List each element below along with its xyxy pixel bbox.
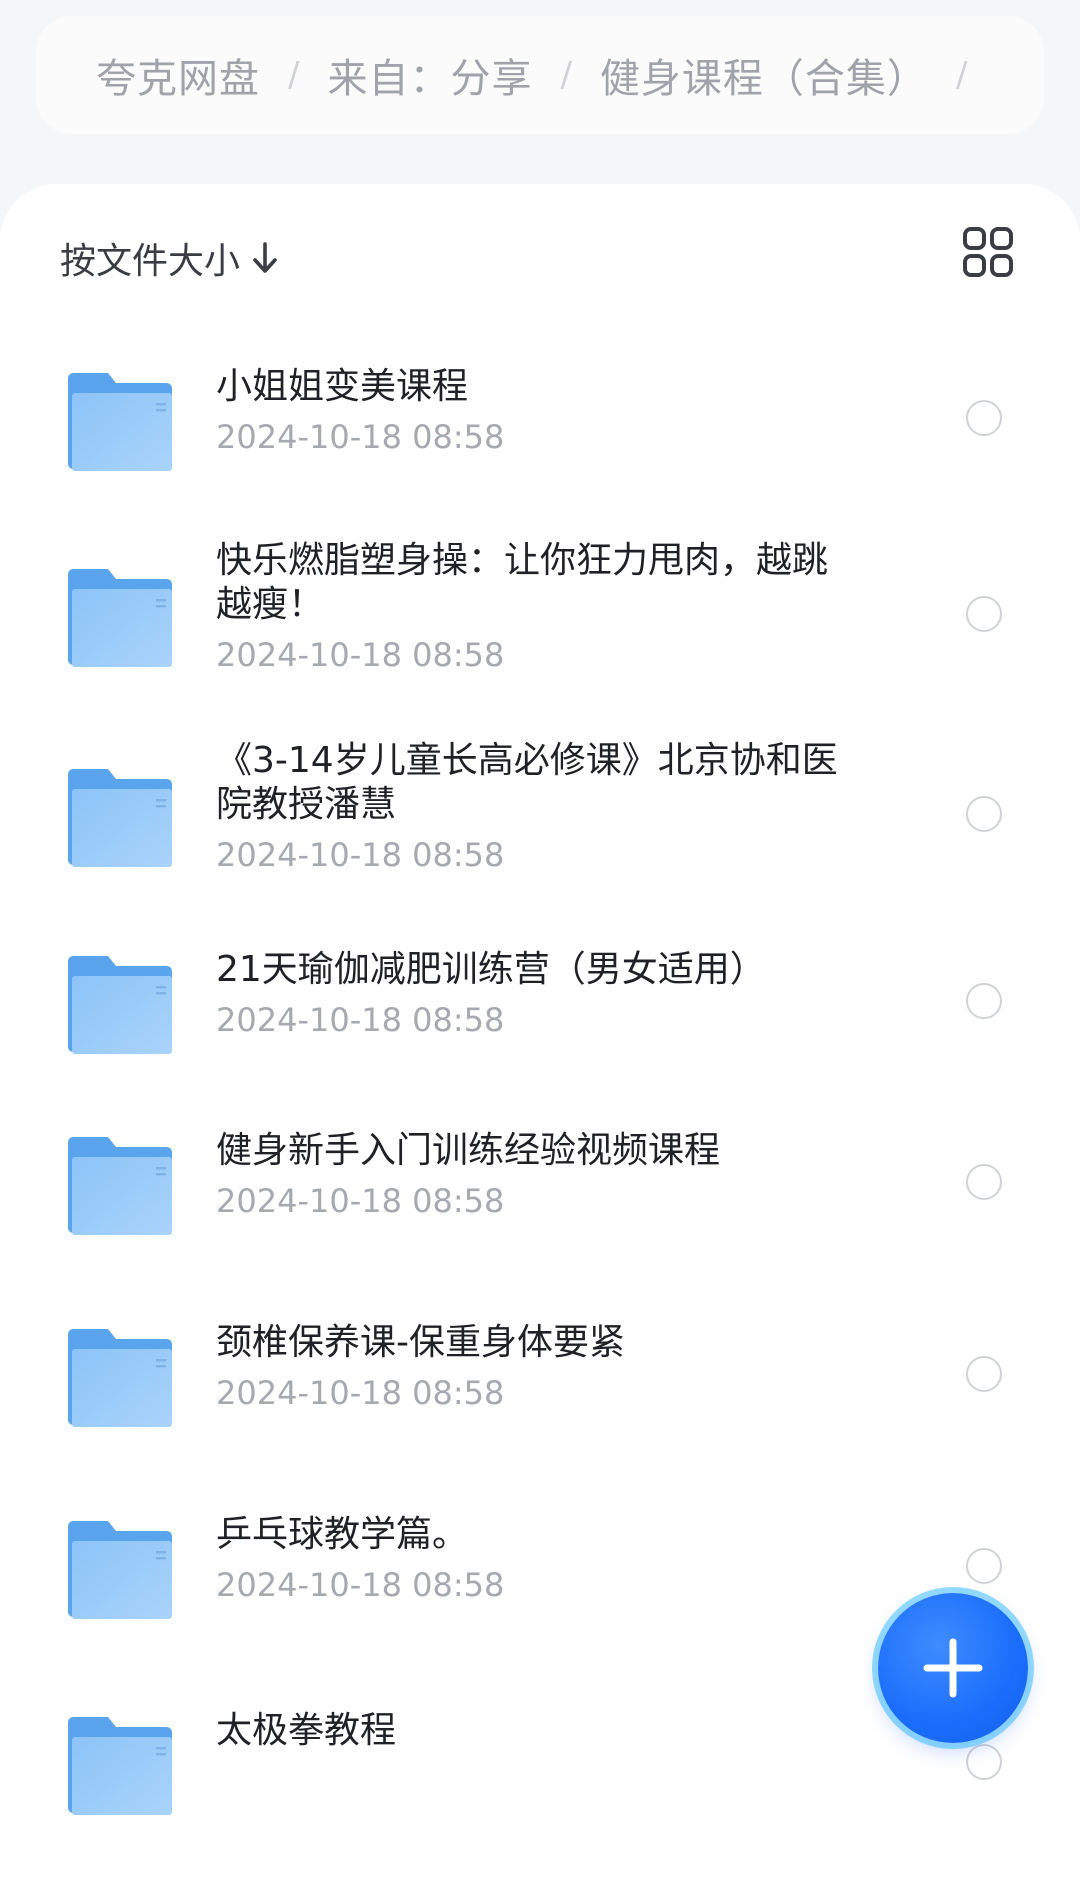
file-name: 小姐姐变美课程 [216,366,469,407]
folder-icon [68,373,172,471]
breadcrumb-item-folder[interactable]: 健身课程（合集） [600,46,928,104]
breadcrumb-separator: / [288,55,300,95]
list-item-text: 颈椎保养课-保重身体要紧 2024-10-18 08:58 [216,1321,856,1415]
file-date: 2024-10-18 08:58 [216,636,505,674]
breadcrumb-item-root[interactable]: 夸克网盘 [96,46,260,104]
list-item[interactable]: 颈椎保养课-保重身体要紧 2024-10-18 08:58 [0,1278,1080,1470]
folder-icon [68,1137,172,1235]
select-checkbox[interactable] [966,1548,1002,1584]
folder-icon [68,1329,172,1427]
file-date: 2024-10-18 08:58 [216,1374,505,1412]
file-name: 21天瑜伽减肥训练营（男女适用） [216,949,766,990]
select-checkbox[interactable] [966,596,1002,632]
add-button[interactable] [878,1593,1028,1743]
list-item-text: 小姐姐变美课程 2024-10-18 08:58 [216,365,856,459]
file-name: 健身新手入门训练经验视频课程 [216,1130,721,1171]
grid-view-icon[interactable] [962,226,1014,278]
folder-icon [68,1717,172,1815]
file-date: 2024-10-18 08:58 [216,418,505,456]
file-date: 2024-10-18 08:58 [216,836,505,874]
select-checkbox[interactable] [966,796,1002,832]
list-item[interactable]: 小姐姐变美课程 2024-10-18 08:58 [0,320,1080,516]
list-item[interactable]: 《3-14岁儿童长高必修课》北京协和医院教授潘慧 2024-10-18 08:58 [0,712,1080,916]
select-checkbox[interactable] [966,1164,1002,1200]
select-checkbox[interactable] [966,983,1002,1019]
list-item-text: 太极拳教程 [216,1709,856,1753]
folder-icon [68,569,172,667]
list-item[interactable]: 健身新手入门训练经验视频课程 2024-10-18 08:58 [0,1086,1080,1278]
list-item-text: 健身新手入门训练经验视频课程 2024-10-18 08:58 [216,1129,856,1223]
breadcrumb: 夸克网盘 / 来自：分享 / 健身课程（合集） / [36,16,1044,134]
file-date: 2024-10-18 08:58 [216,1566,505,1604]
file-date: 2024-10-18 08:58 [216,1182,505,1220]
sort-label: 按文件大小 [60,241,241,282]
arrow-down-icon [252,241,278,275]
list-item-text: 快乐燃脂塑身操：让你狂力甩肉，越跳越瘦！ 2024-10-18 08:58 [216,539,856,677]
file-name: 《3-14岁儿童长高必修课》北京协和医院教授潘慧 [216,740,838,825]
select-checkbox[interactable] [966,1356,1002,1392]
folder-icon [68,1521,172,1619]
folder-icon [68,769,172,867]
list-item-text: 《3-14岁儿童长高必修课》北京协和医院教授潘慧 2024-10-18 08:58 [216,739,856,877]
file-name: 乒乓球教学篇。 [216,1514,469,1555]
list-item[interactable]: 快乐燃脂塑身操：让你狂力甩肉，越跳越瘦！ 2024-10-18 08:58 [0,516,1080,712]
list-item[interactable]: 21天瑜伽减肥训练营（男女适用） 2024-10-18 08:58 [0,916,1080,1086]
plus-icon [923,1638,983,1698]
folder-icon [68,956,172,1054]
breadcrumb-item-source[interactable]: 来自：分享 [327,46,532,104]
file-name: 太极拳教程 [216,1710,397,1751]
breadcrumb-separator: / [560,55,572,95]
file-date: 2024-10-18 08:58 [216,1001,505,1039]
select-checkbox[interactable] [966,400,1002,436]
sort-button[interactable]: 按文件大小 [60,228,278,288]
breadcrumb-separator: / [955,55,968,95]
file-name: 颈椎保养课-保重身体要紧 [216,1322,625,1363]
select-checkbox[interactable] [966,1744,1002,1780]
file-name: 快乐燃脂塑身操：让你狂力甩肉，越跳越瘦！ [216,540,829,625]
list-item-text: 21天瑜伽减肥训练营（男女适用） 2024-10-18 08:58 [216,948,856,1042]
list-item-text: 乒乓球教学篇。 2024-10-18 08:58 [216,1513,856,1607]
